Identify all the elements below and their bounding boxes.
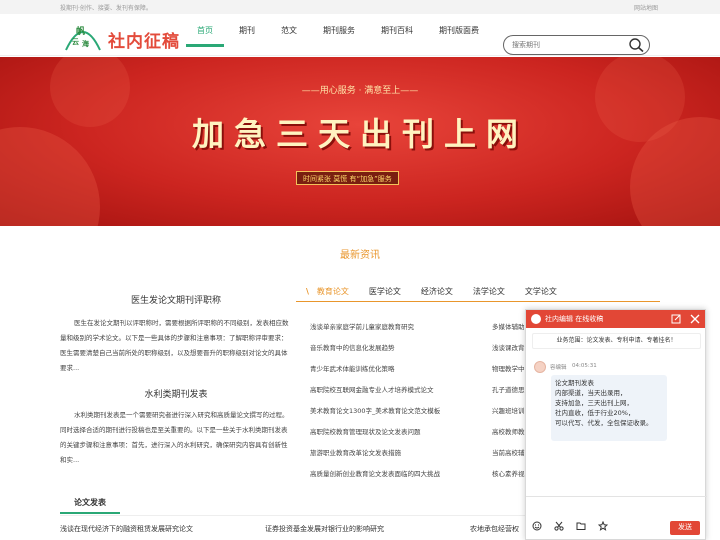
banner-tagline: ——用心服务 · 满意至上—— <box>301 86 419 96</box>
chat-service-banner: 业务范围：论文发表、专利申请、专著挂名！ <box>532 333 701 349</box>
banner-title: 加急三天出刊上网 <box>191 115 528 153</box>
message-line: 支持加急，三天出刊上网， <box>555 399 633 407</box>
svg-text:云: 云 <box>72 38 79 46</box>
close-icon[interactable] <box>690 314 700 324</box>
tab-label: 教育论文 <box>316 286 349 296</box>
list-item[interactable]: 高职院校教育管理现状及论文发表问题 <box>310 425 490 446</box>
chat-toolbar <box>532 521 608 531</box>
search-input[interactable] <box>512 39 622 51</box>
nav-journals[interactable]: 期刊 <box>228 14 266 56</box>
paper-link[interactable]: 证券投资基金发展对银行业的影响研究 <box>265 524 384 534</box>
paper-link[interactable]: 农地承包经营权 <box>470 524 519 534</box>
list-item[interactable]: 美术教育论文1300字_美术教育论文范文模板 <box>310 404 490 425</box>
avatar <box>531 314 541 324</box>
main-nav: 首页 期刊 范文 期刊服务 期刊百科 期刊版面费 <box>186 14 494 56</box>
list-item[interactable]: 音乐教育中的信息化发展趋势 <box>310 341 490 362</box>
svg-text:海: 海 <box>82 39 89 48</box>
scissors-icon[interactable] <box>554 521 564 531</box>
tab-literature[interactable]: 文学论文 <box>515 282 567 301</box>
news-list: 浅谈单亲家庭学前儿童家庭教育研究 音乐教育中的信息化发展趋势 青少年武术体能训练… <box>310 320 490 488</box>
list-item[interactable]: 高质量创新创业教育论文发表面临的四大挑战 <box>310 467 490 488</box>
message-line: 内部渠道，当天出录用， <box>555 389 627 397</box>
nav-page-fees[interactable]: 期刊版面费 <box>428 14 490 56</box>
promo-banner[interactable]: ——用心服务 · 满意至上—— 加急三天出刊上网 时间紧张 莫慌 有“加急”服务 <box>0 57 720 226</box>
tab-medicine[interactable]: 医学论文 <box>359 282 411 301</box>
article-title[interactable]: 医生发论文期刊评职称 <box>60 293 292 306</box>
message-line: 可以代写、代发，全包保证收录。 <box>555 419 653 427</box>
nav-home[interactable]: 首页 <box>186 14 224 47</box>
banner-slogan: 时间紧张 莫慌 有“加急”服务 <box>296 171 399 185</box>
svg-text:帆: 帆 <box>76 25 85 37</box>
top-bar: 投期刊·创作、接要、发刊有保障。 网站地图 <box>0 0 720 14</box>
latest-news-title: 最新资讯 <box>340 250 380 261</box>
nav-journal-wiki[interactable]: 期刊百科 <box>370 14 424 56</box>
tab-marker: \ <box>306 286 309 296</box>
chat-input-area[interactable] <box>526 496 707 497</box>
chat-message-bubble: 论文期刊发表 内部渠道，当天出录用， 支持加急，三天出刊上网， 社内直收，低于行… <box>551 375 667 441</box>
message-timestamp: 04:05:31 <box>572 363 597 369</box>
popout-icon[interactable] <box>671 314 681 324</box>
logo-icon[interactable]: 帆 云 海 <box>64 20 102 54</box>
tab-economics[interactable]: 经济论文 <box>411 282 463 301</box>
list-item[interactable]: 青少年武术体能训练优化策略 <box>310 362 490 383</box>
article-title[interactable]: 水利类期刊发表 <box>60 387 292 400</box>
site-header: 帆 云 海 社内征稿 首页 期刊 范文 期刊服务 期刊百科 期刊版面费 <box>0 14 720 56</box>
sitemap-link[interactable]: 网站地图 <box>634 3 658 12</box>
chat-widget: 社内编辑 在线收稿 业务范围：论文发表、专利申请、专著挂名！ 容编辑 04:05… <box>525 309 707 540</box>
nav-journal-services[interactable]: 期刊服务 <box>312 14 366 56</box>
brand-name[interactable]: 社内征稿 <box>108 27 180 52</box>
article-summary: 医生在发论文期刊以评职称时，需要根据所评职称的不同级别，发表相应数量和级别的学术… <box>60 319 289 372</box>
search-icon[interactable] <box>627 37 645 53</box>
chat-header[interactable]: 社内编辑 在线收稿 <box>526 310 705 328</box>
article-summary: 水利类期刊发表是一个需要研究者进行深入研究和高质量论文撰写的过程。同时选择合适的… <box>60 411 289 464</box>
nav-samples[interactable]: 范文 <box>270 14 308 56</box>
paper-link[interactable]: 浅谈在现代经济下的融资租赁发展研究论文 <box>60 524 193 534</box>
message-line: 社内直收，低于行业20%， <box>555 409 635 417</box>
tab-education[interactable]: \ 教育论文 <box>296 282 359 301</box>
list-item[interactable]: 浅谈单亲家庭学前儿童家庭教育研究 <box>310 320 490 341</box>
tab-law[interactable]: 法学论文 <box>463 282 515 301</box>
chat-title: 社内编辑 在线收稿 <box>545 315 604 323</box>
list-item[interactable]: 高职院校互联网金融专业人才培养模式论文 <box>310 383 490 404</box>
message-line: 论文期刊发表 <box>555 379 594 387</box>
category-tabs: \ 教育论文 医学论文 经济论文 法学论文 文学论文 <box>296 282 660 302</box>
send-button[interactable]: 发送 <box>670 521 700 535</box>
search-box <box>503 35 650 55</box>
list-item[interactable]: 旅游职业教育改革论文发表措施 <box>310 446 490 467</box>
emoji-icon[interactable] <box>532 521 542 531</box>
papers-section-title: 论文发表 <box>60 494 120 514</box>
top-tagline: 投期刊·创作、接要、发刊有保障。 <box>60 5 152 12</box>
agent-name: 容编辑 <box>550 365 567 371</box>
agent-avatar <box>534 361 546 373</box>
folder-icon[interactable] <box>576 521 586 531</box>
star-icon[interactable] <box>598 521 608 531</box>
